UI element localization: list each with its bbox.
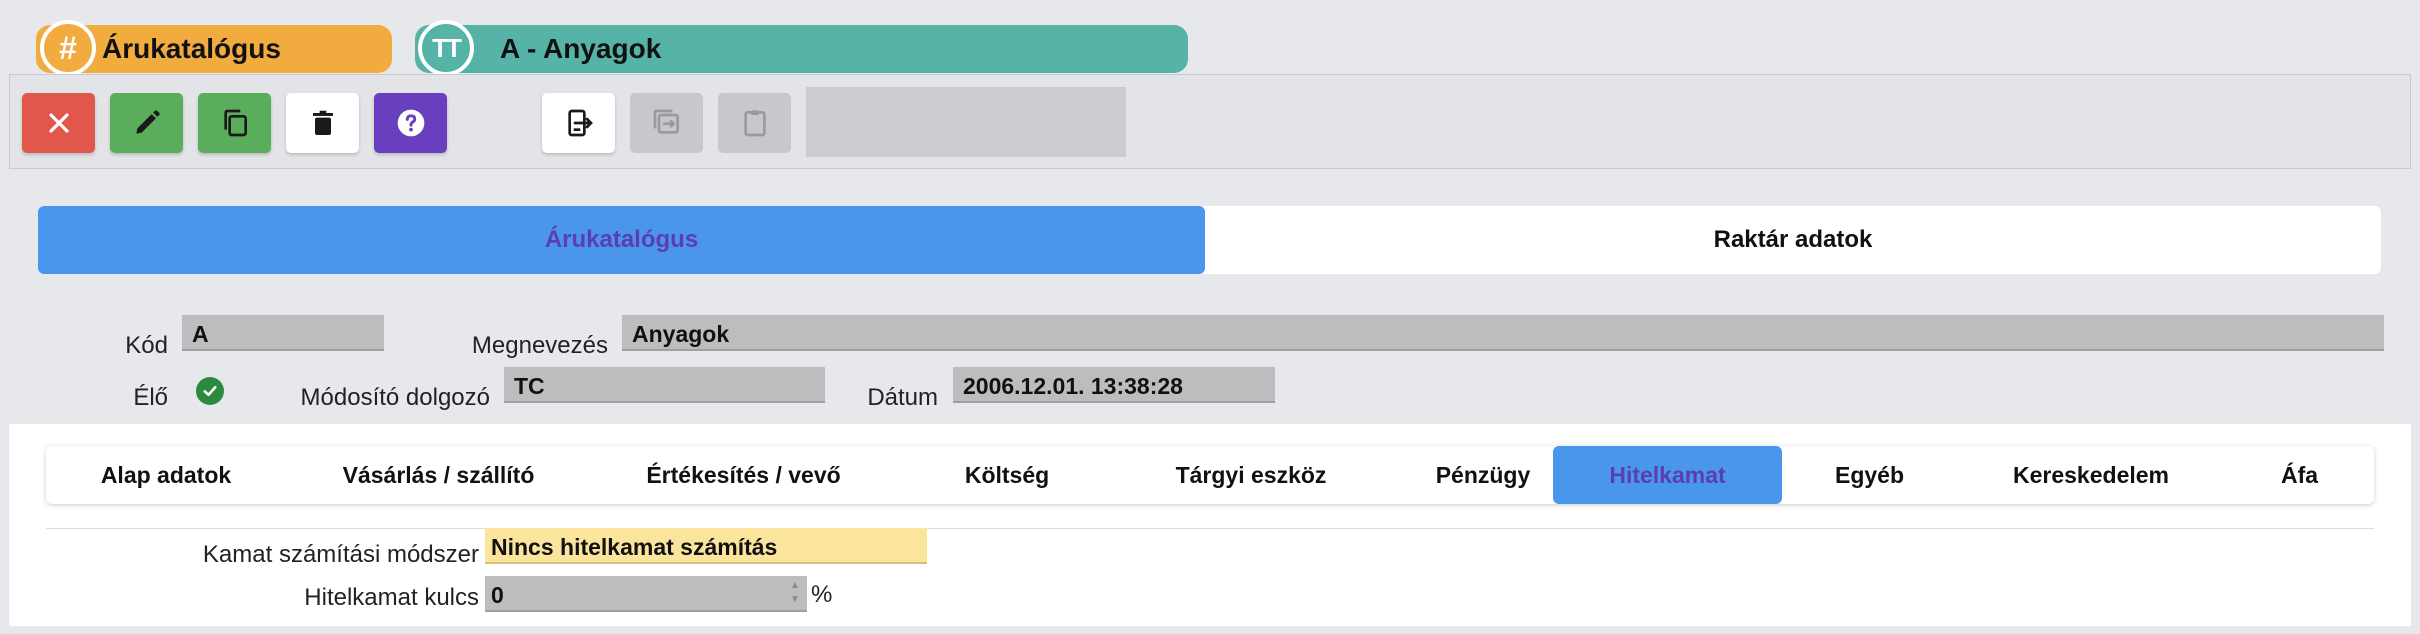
sub-tabs: Alap adatok Vásárlás / szállító Értékesí… bbox=[46, 446, 2374, 504]
import-button[interactable] bbox=[630, 93, 703, 153]
kamat-modszer-label: Kamat számítási módszer bbox=[202, 541, 479, 568]
detail-panel: Alap adatok Vásárlás / szállító Értékesí… bbox=[9, 424, 2411, 626]
tab-ertekesites-vevo[interactable]: Értékesítés / vevő bbox=[591, 446, 896, 504]
text-type-icon: TT bbox=[418, 20, 474, 76]
tab-afa[interactable]: Áfa bbox=[2225, 446, 2374, 504]
trash-icon bbox=[312, 110, 333, 135]
elo-label: Élő bbox=[133, 384, 168, 411]
kod-label: Kód bbox=[125, 332, 168, 359]
pencil-icon bbox=[135, 110, 160, 134]
import-icon bbox=[653, 109, 679, 134]
tab-vasarlas-szallito[interactable]: Vásárlás / szállító bbox=[286, 446, 591, 504]
breadcrumb-category-label: Árukatalógus bbox=[102, 33, 281, 64]
toolbar-placeholder-field bbox=[806, 87, 1126, 157]
tab-targyi-eszkoz[interactable]: Tárgyi eszköz bbox=[1118, 446, 1384, 504]
paste-button[interactable] bbox=[718, 93, 791, 153]
megnevezes-field[interactable]: Anyagok bbox=[622, 315, 2384, 351]
datum-field[interactable]: 2006.12.01. 13:38:28 bbox=[953, 367, 1275, 403]
export-icon bbox=[567, 109, 593, 137]
close-icon bbox=[48, 113, 69, 133]
copy-icon bbox=[223, 109, 247, 137]
kod-field[interactable]: A bbox=[182, 315, 384, 351]
breadcrumb-item-label: A - Anyagok bbox=[500, 33, 662, 64]
tab-raktar-adatok[interactable]: Raktár adatok bbox=[1205, 206, 2381, 274]
help-button[interactable] bbox=[374, 93, 447, 153]
close-button[interactable] bbox=[22, 93, 95, 153]
hitelkamat-kulcs-input[interactable]: 0 ▲ ▼ bbox=[485, 576, 807, 612]
megnevezes-label: Megnevezés bbox=[471, 332, 608, 359]
tab-egyeb[interactable]: Egyéb bbox=[1782, 446, 1957, 504]
tab-arukatalogus[interactable]: Árukatalógus bbox=[38, 206, 1205, 274]
hash-icon: # bbox=[40, 20, 96, 76]
hitelkamat-kulcs-value: 0 bbox=[491, 582, 504, 608]
tab-kereskedelem[interactable]: Kereskedelem bbox=[1957, 446, 2225, 504]
check-circle-icon bbox=[196, 377, 224, 405]
help-icon bbox=[397, 109, 424, 137]
copy-button[interactable] bbox=[198, 93, 271, 153]
modosito-dolgozo-label: Módosító dolgozó bbox=[300, 384, 490, 411]
hitelkamat-kulcs-label: Hitelkamat kulcs bbox=[304, 584, 479, 611]
section-divider bbox=[46, 528, 2374, 529]
clipboard-icon bbox=[743, 110, 766, 137]
tab-koltseg[interactable]: Költség bbox=[896, 446, 1118, 504]
spinner-arrows-icon[interactable]: ▲ ▼ bbox=[787, 580, 803, 606]
tab-alap-adatok[interactable]: Alap adatok bbox=[46, 446, 286, 504]
export-button[interactable] bbox=[542, 93, 615, 153]
tab-hitelkamat[interactable]: Hitelkamat bbox=[1553, 446, 1782, 504]
breadcrumb-item[interactable]: A - Anyagok bbox=[415, 25, 1188, 73]
main-tabs: Árukatalógus Raktár adatok bbox=[38, 206, 2381, 274]
modosito-dolgozo-field[interactable]: TC bbox=[504, 367, 825, 403]
kamat-modszer-select[interactable]: Nincs hitelkamat számítás bbox=[485, 528, 927, 564]
datum-label: Dátum bbox=[867, 384, 938, 411]
delete-button[interactable] bbox=[286, 93, 359, 153]
percent-unit: % bbox=[811, 581, 833, 608]
edit-button[interactable] bbox=[110, 93, 183, 153]
toolbar bbox=[9, 74, 2411, 169]
